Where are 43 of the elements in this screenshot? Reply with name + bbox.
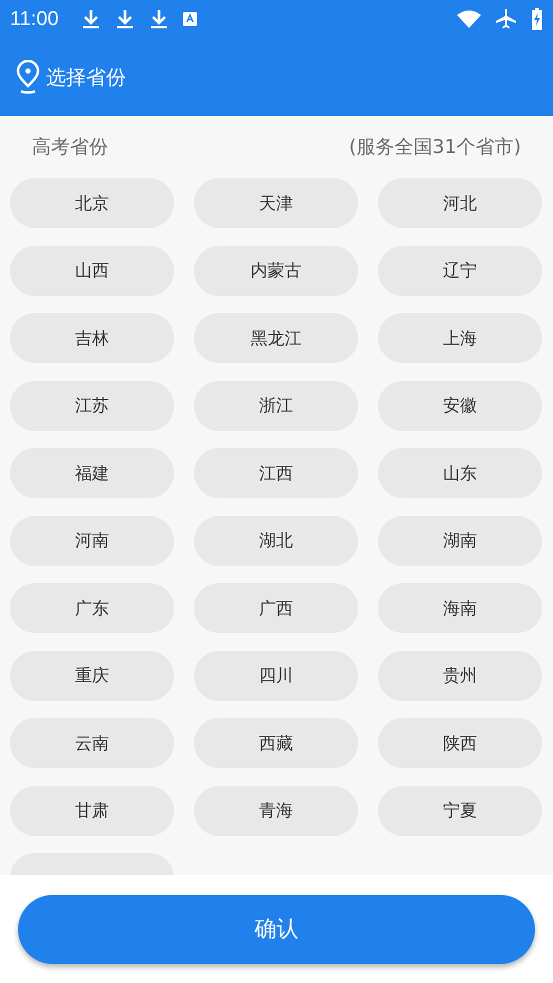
province-chip[interactable]: 江西 (194, 448, 358, 498)
province-chip[interactable]: 云南 (10, 718, 174, 768)
province-chip[interactable]: 甘肃 (10, 786, 174, 836)
airplane-icon (495, 8, 517, 30)
province-chip[interactable]: 江苏 (10, 380, 174, 430)
province-chip[interactable]: 宁夏 (378, 786, 542, 836)
province-chip[interactable]: 天津 (194, 178, 358, 228)
province-chip[interactable]: 河北 (378, 178, 542, 228)
province-chip[interactable]: 内蒙古 (194, 246, 358, 296)
download-icon (80, 8, 101, 30)
province-chip[interactable]: 山西 (10, 246, 174, 296)
province-chip[interactable]: 四川 (194, 650, 358, 700)
status-time: 11:00 (10, 8, 59, 30)
province-chip[interactable]: 西藏 (194, 718, 358, 768)
wifi-icon (457, 10, 481, 28)
confirm-button[interactable]: 确认 (18, 894, 535, 964)
section-note: (服务全国31个省市) (348, 135, 521, 160)
location-pin-icon (14, 60, 42, 94)
province-chip[interactable]: 黑龙江 (194, 313, 358, 363)
province-chip[interactable]: 安徽 (378, 380, 542, 430)
province-chip[interactable]: 上海 (378, 313, 542, 363)
province-chip[interactable]: 辽宁 (378, 246, 542, 296)
province-chip[interactable]: 吉林 (10, 313, 174, 363)
province-chip[interactable]: 河南 (10, 516, 174, 566)
province-chip[interactable]: 北京 (10, 178, 174, 228)
province-chip[interactable]: 湖南 (378, 516, 542, 566)
province-chip[interactable]: 湖北 (194, 516, 358, 566)
download-icon (148, 8, 169, 30)
province-chip[interactable]: 贵州 (378, 650, 542, 700)
province-chip[interactable]: 青海 (194, 786, 358, 836)
province-chip[interactable]: 福建 (10, 448, 174, 498)
province-chip[interactable]: 山东 (378, 448, 542, 498)
province-chip[interactable]: 重庆 (10, 650, 174, 700)
download-icon (114, 8, 135, 30)
province-chip[interactable]: 广东 (10, 583, 174, 633)
battery-icon (531, 8, 543, 30)
province-chip[interactable]: 陕西 (378, 718, 542, 768)
province-chip[interactable]: 广西 (194, 583, 358, 633)
keyboard-icon (182, 12, 197, 26)
section-label: 高考省份 (32, 135, 108, 160)
province-chip[interactable]: 浙江 (194, 380, 358, 430)
page-title: 选择省份 (46, 64, 126, 90)
province-chip[interactable]: 海南 (378, 583, 542, 633)
